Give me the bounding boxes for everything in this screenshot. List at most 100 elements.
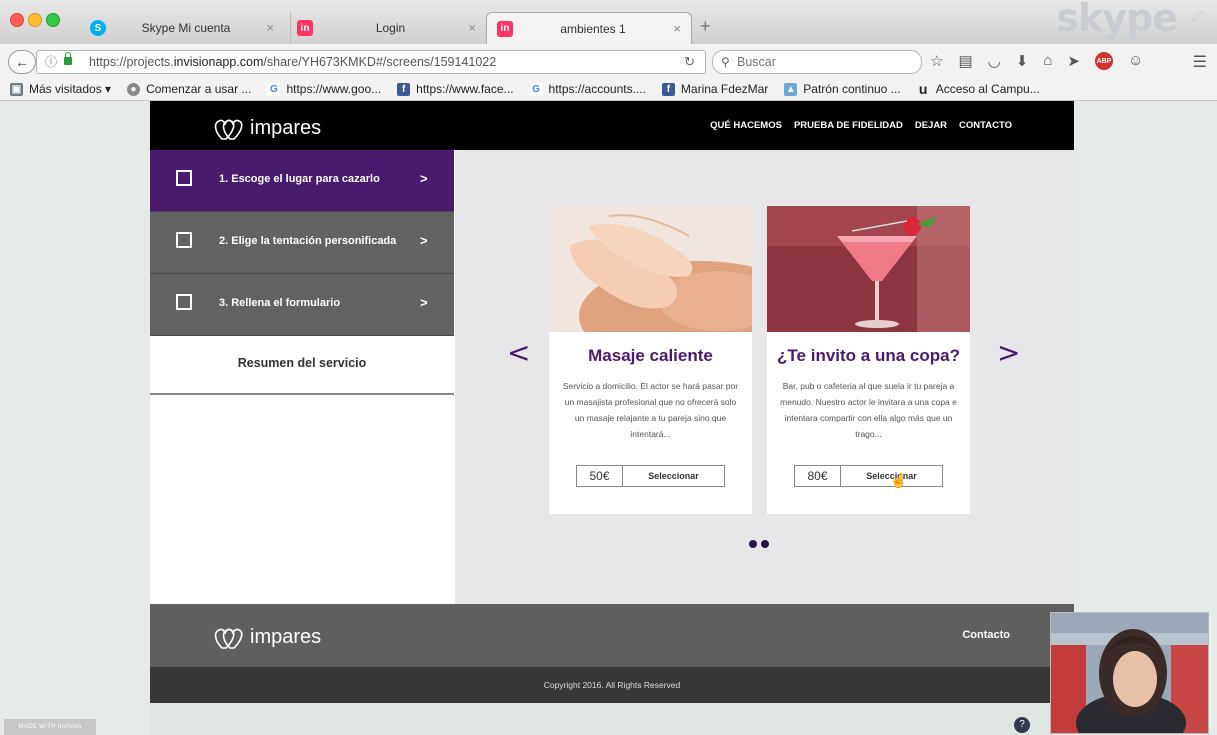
window-close-button[interactable] [10, 13, 24, 27]
nav-dejar[interactable]: DEJAR [915, 120, 947, 131]
service-card-drink: ¿Te invito a una copa? Bar, pub o cafete… [767, 206, 970, 514]
hearts-logo-icon [214, 628, 243, 649]
carousel-prev-button[interactable]: < [507, 336, 530, 369]
step-checkbox[interactable] [176, 294, 192, 310]
nav-prueba-de-fidelidad[interactable]: PRUEBA DE FIDELIDAD [794, 120, 903, 131]
search-placeholder: Buscar [737, 55, 776, 69]
tab-close-icon[interactable]: × [468, 20, 476, 35]
bookmark-label: Más visitados [29, 82, 102, 96]
step-1[interactable]: 1. Escoge el lugar para cazarlo > [150, 150, 454, 212]
select-button[interactable]: Seleccionar [623, 466, 724, 486]
pocket-icon[interactable]: ◡ [988, 52, 1001, 72]
webpage: impares QUÉ HACEMOS PRUEBA DE FIDELIDAD … [150, 101, 1074, 703]
lock-icon [64, 52, 72, 65]
nav-que-hacemos[interactable]: QUÉ HACEMOS [710, 120, 782, 131]
help-button[interactable]: ? [1014, 717, 1030, 733]
card-price-select: 50€ Seleccionar [576, 465, 725, 487]
home-icon[interactable]: ⌂ [1043, 52, 1052, 72]
carousel-next-button[interactable]: > [997, 336, 1020, 369]
desktop-background-left [0, 100, 150, 735]
browser-tab-skype[interactable]: S Skype Mi cuenta × [84, 12, 284, 44]
card-title: Masaje caliente [588, 346, 713, 365]
bookmark-label: https://www.goo... [286, 82, 382, 96]
skype-logo: skype [1056, 0, 1178, 40]
step-label: 3. Rellena el formulario [219, 297, 341, 309]
carousel-pagination [749, 540, 769, 548]
massage-photo [549, 206, 752, 332]
bookmark-label: Patrón continuo ... [803, 82, 901, 96]
chat-icon[interactable]: ☺ [1128, 52, 1143, 72]
bookmark-item[interactable]: f https://www.face... [397, 82, 514, 96]
send-icon[interactable]: ➤ [1067, 52, 1080, 72]
service-card-massage: Masaje caliente Servicio a domicilio. El… [549, 206, 752, 514]
step-checkbox[interactable] [176, 170, 192, 186]
pagination-dot[interactable] [749, 540, 757, 548]
new-tab-button[interactable]: + [700, 16, 711, 37]
facebook-icon: f [661, 82, 675, 96]
invision-badge[interactable]: MADE WITH InVision [4, 719, 96, 735]
facebook-icon: f [397, 82, 411, 96]
back-button[interactable]: ← [8, 50, 36, 74]
tab-close-icon[interactable]: × [673, 21, 681, 36]
window-minimize-button[interactable] [28, 13, 42, 27]
bookmark-star-icon[interactable]: ☆ [930, 52, 943, 72]
invision-icon: in [497, 20, 513, 37]
browser-tab-login[interactable]: in Login × [290, 12, 486, 44]
pagination-dot[interactable] [761, 540, 769, 548]
bookmark-item[interactable]: ▣ Más visitados ▾ [10, 82, 111, 96]
adblock-icon[interactable]: ABP [1094, 52, 1113, 70]
google-icon: G [529, 82, 543, 96]
reload-icon[interactable]: ↻ [684, 51, 695, 73]
bookmark-item[interactable]: Ghttps://www.goo... [267, 82, 381, 96]
bookmark-item[interactable]: ▲ Patrón continuo ... [784, 82, 901, 96]
bookmark-label: Marina FdezMar [680, 82, 769, 96]
most-visited-icon: ▣ [10, 82, 23, 96]
bookmark-item[interactable]: u Acceso al Campu... [917, 81, 1040, 97]
card-price: 50€ [577, 466, 623, 486]
bookmark-item[interactable]: Ghttps://accounts.... [529, 82, 646, 96]
window-zoom-button[interactable] [46, 13, 60, 27]
hearts-logo-icon [214, 119, 243, 140]
menu-icon[interactable]: ☰ [1193, 52, 1207, 72]
site-header: impares QUÉ HACEMOS PRUEBA DE FIDELIDAD … [150, 101, 1074, 150]
footer-brand-logo[interactable]: impares [212, 622, 321, 652]
brand-logo[interactable]: impares [212, 113, 321, 143]
card-description: Servicio a domicilio. El actor se hará p… [562, 381, 739, 439]
carousel: < Masaje caliente Servicio a domicilio. … [455, 150, 1074, 604]
service-summary: Resumen del servicio [150, 333, 454, 395]
tab-title: Login [375, 21, 406, 35]
step-checkbox[interactable] [176, 232, 192, 248]
tab-close-icon[interactable]: × [266, 20, 274, 35]
card-title: ¿Te invito a una copa? [777, 346, 960, 365]
chevron-right-icon: > [420, 233, 428, 248]
step-3[interactable]: 3. Rellena el formulario > [150, 274, 454, 336]
tab-title: ambientes 1 [560, 21, 626, 36]
image-icon: ▲ [784, 82, 798, 96]
download-icon[interactable]: ⬇ [1016, 52, 1029, 72]
browser-tab-ambientes[interactable]: in ambientes 1 × [486, 12, 692, 44]
bookmark-label: Acceso al Campu... [935, 82, 1040, 96]
copyright: Copyright 2016. All Rights Reserved [150, 667, 1074, 703]
hand-cursor-icon: ☝ [890, 472, 908, 488]
search-input[interactable]: ⚲ Buscar [712, 50, 922, 74]
webcam-preview [1050, 612, 1209, 734]
url-text: https://projects.invisionapp.com/share/Y… [89, 55, 497, 69]
expand-icon[interactable]: ⤢ [1192, 8, 1203, 25]
bookmark-label: Comenzar a usar ... [146, 82, 252, 96]
reading-list-icon[interactable]: ▤ [958, 52, 972, 72]
bookmark-item[interactable]: f Marina FdezMar [661, 82, 769, 96]
cocktail-photo [767, 206, 970, 332]
step-label: 2. Elige la tentación personificada [219, 235, 397, 247]
browser-navbar: ← ⓘ https://projects.invisionapp.com/sha… [0, 44, 1217, 78]
info-icon[interactable]: ⓘ [45, 51, 57, 73]
bookmark-item[interactable]: ● Comenzar a usar ... [127, 82, 251, 96]
bookmarks-bar: ▣ Más visitados ▾ ● Comenzar a usar ... Gh… [0, 78, 1217, 101]
nav-contacto[interactable]: CONTACTO [959, 120, 1012, 131]
search-icon: ⚲ [721, 55, 730, 69]
footer-contact-link[interactable]: Contacto [962, 629, 1010, 641]
url-bar[interactable]: ⓘ https://projects.invisionapp.com/share… [36, 50, 706, 74]
step-2[interactable]: 2. Elige la tentación personificada > [150, 212, 454, 274]
card-price: 80€ [795, 466, 841, 486]
steps-sidebar: 1. Escoge el lugar para cazarlo > 2. Eli… [150, 150, 454, 336]
tab-title: Skype Mi cuenta [141, 21, 231, 35]
